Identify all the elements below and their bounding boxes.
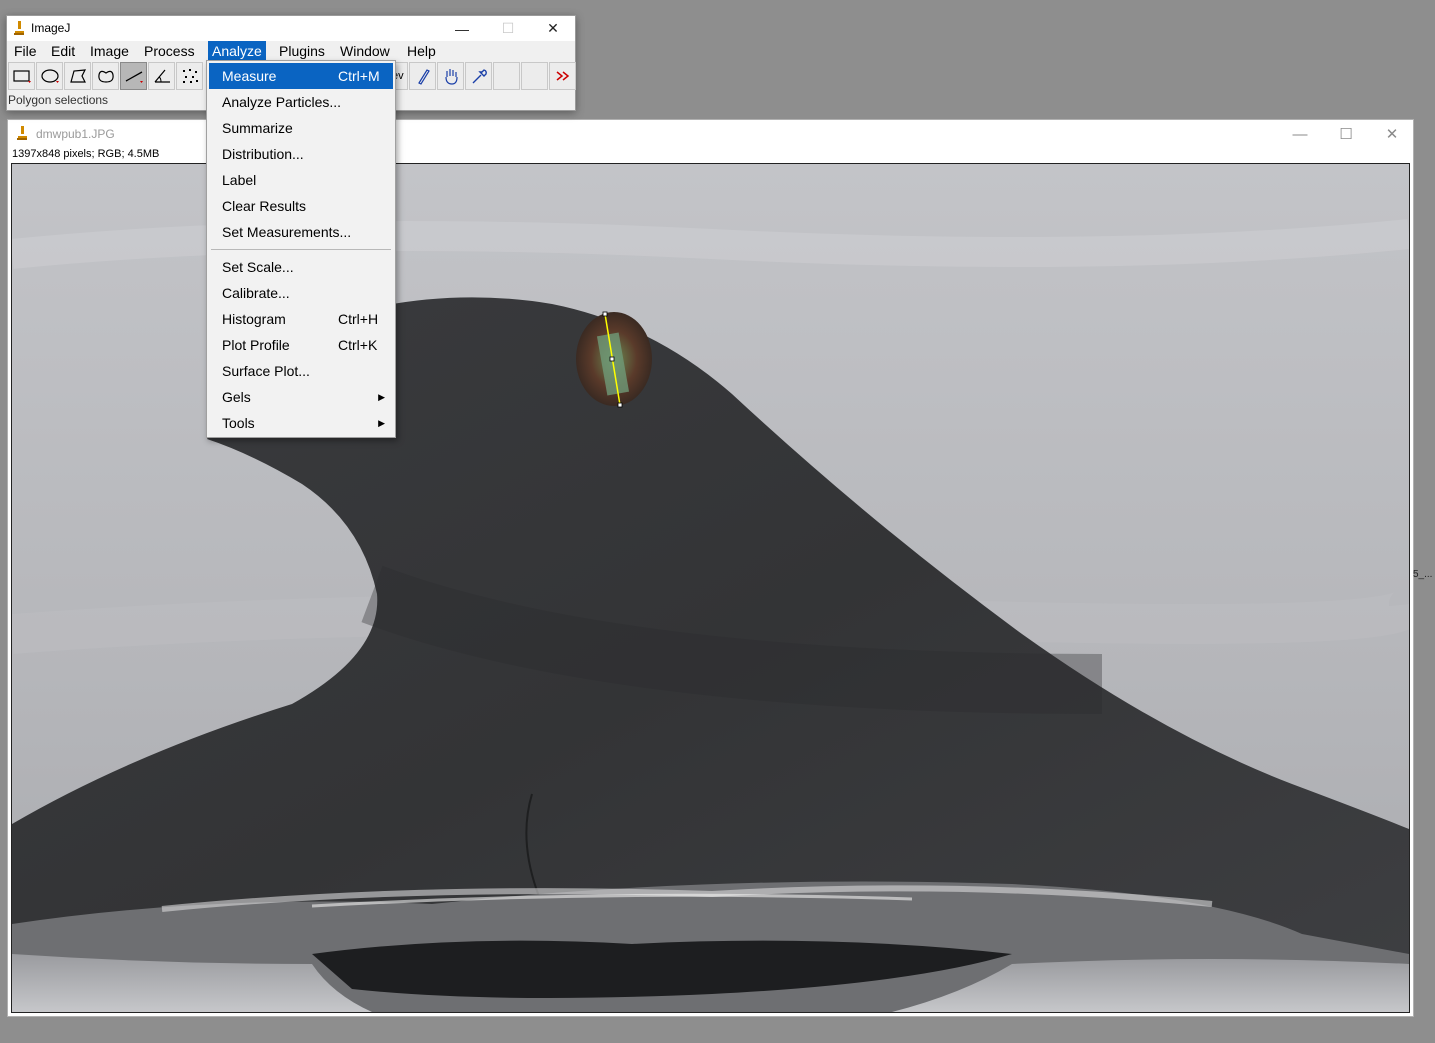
angle-icon [154, 69, 170, 83]
menu-item-distribution[interactable]: Distribution... [209, 141, 393, 167]
analyze-menu: Measure Ctrl+M Analyze Particles... Summ… [206, 60, 396, 438]
oval-tool[interactable] [36, 62, 63, 90]
menu-edit[interactable]: Edit [47, 41, 79, 61]
menu-item-gels[interactable]: Gels ▶ [209, 384, 393, 410]
menu-analyze[interactable]: Analyze [208, 41, 266, 61]
status-bar: Polygon selections [8, 93, 109, 107]
microscope-icon [17, 126, 27, 140]
imagej-maximize-button[interactable]: ☐ [485, 16, 531, 41]
imagej-title: ImageJ [31, 21, 71, 35]
menu-item-label: Label [222, 172, 257, 188]
menu-item-set-scale[interactable]: Set Scale... [209, 254, 393, 280]
image-window-title: dmwpub1.JPG [36, 127, 115, 141]
menu-item-surface-plot[interactable]: Surface Plot... [209, 358, 393, 384]
pencil-tool[interactable] [409, 62, 436, 90]
arrow-right-icon: ▶ [378, 418, 385, 428]
imagej-titlebar[interactable]: ImageJ — ☐ ✕ [7, 16, 575, 41]
menu-window[interactable]: Window [336, 41, 394, 61]
image-maximize-button[interactable]: ☐ [1323, 120, 1369, 148]
oval-icon [40, 69, 59, 83]
line-tool[interactable] [120, 62, 147, 90]
menu-plugins[interactable]: Plugins [275, 41, 329, 61]
more-tools-button[interactable] [549, 62, 576, 90]
hand-tool[interactable] [437, 62, 464, 90]
menu-item-calibrate[interactable]: Calibrate... [209, 280, 393, 306]
menu-item-set-measurements[interactable]: Set Measurements... [209, 219, 393, 245]
freehand-tool[interactable] [92, 62, 119, 90]
menu-item-analyze-particles[interactable]: Analyze Particles... [209, 89, 393, 115]
multipoint-icon [182, 69, 198, 83]
menu-item-label: Gels [222, 389, 251, 405]
background-window-fragment: 5_... [1413, 569, 1433, 580]
image-close-button[interactable]: ✕ [1369, 120, 1415, 148]
menu-item-label: Clear Results [222, 198, 307, 214]
pencil-icon [417, 69, 430, 85]
double-chevron-right-icon [556, 71, 569, 81]
microscope-icon [14, 21, 24, 35]
menubar: File Edit Image Process Analyze Plugins … [7, 41, 575, 61]
menu-item-shortcut: Ctrl+H [338, 311, 379, 327]
angle-tool[interactable] [148, 62, 175, 90]
menu-item-label: Tools [222, 415, 255, 431]
menu-item-tools[interactable]: Tools ▶ [209, 410, 393, 436]
imagej-minimize-button[interactable]: — [439, 16, 485, 41]
empty-tool-slot-2[interactable] [521, 62, 548, 90]
menu-item-label: Histogram [222, 311, 286, 327]
polygon-tool[interactable] [64, 62, 91, 90]
menu-item-label: Set Measurements... [222, 224, 352, 240]
line-icon [125, 71, 143, 83]
menu-help[interactable]: Help [403, 41, 440, 61]
polygon-icon [69, 69, 86, 83]
menu-process[interactable]: Process [140, 41, 199, 61]
menu-item-plot-profile[interactable]: Plot Profile Ctrl+K [209, 332, 393, 358]
menu-item-label: Distribution... [222, 146, 304, 162]
menu-item-measure[interactable]: Measure Ctrl+M [209, 63, 393, 89]
arrow-right-icon: ▶ [378, 392, 385, 402]
rectangle-icon [12, 70, 31, 83]
menu-item-label: Set Scale... [222, 259, 294, 275]
menu-item-shortcut: Ctrl+M [338, 68, 380, 84]
menu-item-label: Surface Plot... [222, 363, 310, 379]
menu-item-clear-results[interactable]: Clear Results [209, 193, 393, 219]
menu-item-histogram[interactable]: Histogram Ctrl+H [209, 306, 393, 332]
image-info-text: 1397x848 pixels; RGB; 4.5MB [12, 148, 160, 160]
imagej-close-button[interactable]: ✕ [530, 16, 576, 41]
hand-icon [444, 69, 458, 85]
empty-tool-slot-1[interactable] [493, 62, 520, 90]
menu-item-label-command[interactable]: Label [209, 167, 393, 193]
menu-image[interactable]: Image [86, 41, 133, 61]
dropper-icon [472, 69, 487, 84]
menu-item-shortcut: Ctrl+K [338, 337, 378, 353]
menu-item-label: Summarize [222, 120, 293, 136]
menu-item-label: Measure [222, 68, 277, 84]
rectangle-tool[interactable] [8, 62, 35, 90]
menu-item-label: Plot Profile [222, 337, 290, 353]
freehand-icon [97, 70, 114, 83]
menu-item-label: Analyze Particles... [222, 94, 342, 110]
menu-separator [211, 249, 391, 250]
dropper-tool[interactable] [465, 62, 492, 90]
image-minimize-button[interactable]: — [1277, 120, 1323, 148]
menu-item-summarize[interactable]: Summarize [209, 115, 393, 141]
multipoint-tool[interactable] [176, 62, 203, 90]
menu-item-label: Calibrate... [222, 285, 290, 301]
menu-file[interactable]: File [10, 41, 41, 61]
